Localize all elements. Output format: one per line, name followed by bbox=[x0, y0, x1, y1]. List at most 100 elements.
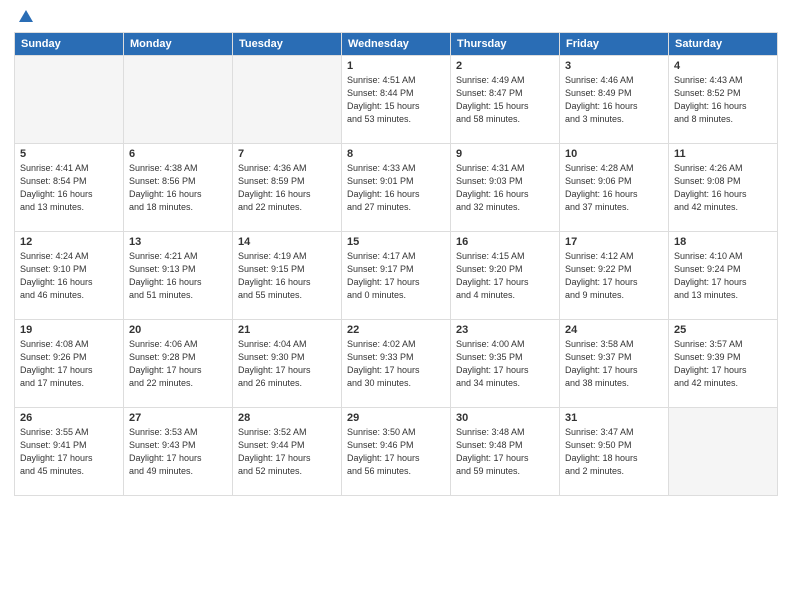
day-info: Sunrise: 4:43 AM Sunset: 8:52 PM Dayligh… bbox=[674, 74, 772, 126]
logo bbox=[14, 10, 35, 24]
day-number: 11 bbox=[674, 148, 772, 160]
calendar-cell: 5Sunrise: 4:41 AM Sunset: 8:54 PM Daylig… bbox=[15, 144, 124, 232]
day-number: 19 bbox=[20, 324, 118, 336]
calendar-cell: 20 Sunrise: 4:06 AM Sunset: 9:28 PM Dayli… bbox=[124, 320, 233, 408]
day-info: Sunrise: 3:48 AM Sunset: 9:48 PM Dayligh… bbox=[456, 426, 554, 478]
day-number: 3 bbox=[565, 60, 663, 72]
day-number: 23 bbox=[456, 324, 554, 336]
col-header-wednesday: Wednesday bbox=[342, 33, 451, 56]
calendar-cell: 6 Sunrise: 4:38 AM Sunset: 8:56 PM Daylig… bbox=[124, 144, 233, 232]
day-number: 21 bbox=[238, 324, 336, 336]
calendar-cell: 26Sunrise: 3:55 AM Sunset: 9:41 PM Dayli… bbox=[15, 408, 124, 496]
calendar-cell: 16 Sunrise: 4:15 AM Sunset: 9:20 PM Dayli… bbox=[451, 232, 560, 320]
calendar-cell bbox=[15, 56, 124, 144]
day-info: Sunrise: 3:50 AM Sunset: 9:46 PM Dayligh… bbox=[347, 426, 445, 478]
day-number: 18 bbox=[674, 236, 772, 248]
col-header-sunday: Sunday bbox=[15, 33, 124, 56]
calendar-cell: 2 Sunrise: 4:49 AM Sunset: 8:47 PM Daylig… bbox=[451, 56, 560, 144]
day-number: 20 bbox=[129, 324, 227, 336]
calendar-cell: 23 Sunrise: 4:00 AM Sunset: 9:35 PM Dayli… bbox=[451, 320, 560, 408]
day-number: 17 bbox=[565, 236, 663, 248]
calendar-cell: 13 Sunrise: 4:21 AM Sunset: 9:13 PM Dayli… bbox=[124, 232, 233, 320]
calendar-cell: 11 Sunrise: 4:26 AM Sunset: 9:08 PM Dayli… bbox=[669, 144, 778, 232]
calendar-cell: 9 Sunrise: 4:31 AM Sunset: 9:03 PM Daylig… bbox=[451, 144, 560, 232]
day-number: 10 bbox=[565, 148, 663, 160]
day-number: 7 bbox=[238, 148, 336, 160]
day-number: 13 bbox=[129, 236, 227, 248]
day-number: 27 bbox=[129, 412, 227, 424]
day-info: Sunrise: 4:51 AM Sunset: 8:44 PM Dayligh… bbox=[347, 74, 445, 126]
header bbox=[14, 10, 778, 24]
day-number: 12 bbox=[20, 236, 118, 248]
calendar-cell: 28Sunrise: 3:52 AM Sunset: 9:44 PM Dayli… bbox=[233, 408, 342, 496]
calendar-cell: 7 Sunrise: 4:36 AM Sunset: 8:59 PM Daylig… bbox=[233, 144, 342, 232]
week-row-1: 1Sunrise: 4:51 AM Sunset: 8:44 PM Daylig… bbox=[15, 56, 778, 144]
day-info: Sunrise: 4:00 AM Sunset: 9:35 PM Dayligh… bbox=[456, 338, 554, 390]
day-number: 8 bbox=[347, 148, 445, 160]
calendar-cell: 4Sunrise: 4:43 AM Sunset: 8:52 PM Daylig… bbox=[669, 56, 778, 144]
day-number: 29 bbox=[347, 412, 445, 424]
day-info: Sunrise: 4:02 AM Sunset: 9:33 PM Dayligh… bbox=[347, 338, 445, 390]
page: SundayMondayTuesdayWednesdayThursdayFrid… bbox=[0, 0, 792, 612]
col-header-monday: Monday bbox=[124, 33, 233, 56]
day-number: 26 bbox=[20, 412, 118, 424]
day-info: Sunrise: 4:49 AM Sunset: 8:47 PM Dayligh… bbox=[456, 74, 554, 126]
day-info: Sunrise: 4:06 AM Sunset: 9:28 PM Dayligh… bbox=[129, 338, 227, 390]
day-number: 6 bbox=[129, 148, 227, 160]
day-info: Sunrise: 4:36 AM Sunset: 8:59 PM Dayligh… bbox=[238, 162, 336, 214]
day-info: Sunrise: 4:41 AM Sunset: 8:54 PM Dayligh… bbox=[20, 162, 118, 214]
day-info: Sunrise: 4:28 AM Sunset: 9:06 PM Dayligh… bbox=[565, 162, 663, 214]
calendar-cell bbox=[669, 408, 778, 496]
calendar-cell: 25 Sunrise: 3:57 AM Sunset: 9:39 PM Dayli… bbox=[669, 320, 778, 408]
day-number: 9 bbox=[456, 148, 554, 160]
calendar-cell: 18 Sunrise: 4:10 AM Sunset: 9:24 PM Dayli… bbox=[669, 232, 778, 320]
day-number: 15 bbox=[347, 236, 445, 248]
col-header-friday: Friday bbox=[560, 33, 669, 56]
day-info: Sunrise: 3:47 AM Sunset: 9:50 PM Dayligh… bbox=[565, 426, 663, 478]
day-number: 31 bbox=[565, 412, 663, 424]
day-number: 30 bbox=[456, 412, 554, 424]
day-number: 25 bbox=[674, 324, 772, 336]
day-info: Sunrise: 4:46 AM Sunset: 8:49 PM Dayligh… bbox=[565, 74, 663, 126]
week-row-4: 19 Sunrise: 4:08 AM Sunset: 9:26 PM Dayli… bbox=[15, 320, 778, 408]
day-info: Sunrise: 4:26 AM Sunset: 9:08 PM Dayligh… bbox=[674, 162, 772, 214]
week-row-5: 26Sunrise: 3:55 AM Sunset: 9:41 PM Dayli… bbox=[15, 408, 778, 496]
col-header-thursday: Thursday bbox=[451, 33, 560, 56]
calendar-cell: 10 Sunrise: 4:28 AM Sunset: 9:06 PM Dayli… bbox=[560, 144, 669, 232]
calendar-cell: 3 Sunrise: 4:46 AM Sunset: 8:49 PM Daylig… bbox=[560, 56, 669, 144]
day-number: 2 bbox=[456, 60, 554, 72]
col-header-saturday: Saturday bbox=[669, 33, 778, 56]
day-info: Sunrise: 4:31 AM Sunset: 9:03 PM Dayligh… bbox=[456, 162, 554, 214]
calendar-cell: 8Sunrise: 4:33 AM Sunset: 9:01 PM Daylig… bbox=[342, 144, 451, 232]
week-row-3: 12Sunrise: 4:24 AM Sunset: 9:10 PM Dayli… bbox=[15, 232, 778, 320]
day-info: Sunrise: 4:08 AM Sunset: 9:26 PM Dayligh… bbox=[20, 338, 118, 390]
day-info: Sunrise: 3:57 AM Sunset: 9:39 PM Dayligh… bbox=[674, 338, 772, 390]
day-number: 22 bbox=[347, 324, 445, 336]
day-info: Sunrise: 4:04 AM Sunset: 9:30 PM Dayligh… bbox=[238, 338, 336, 390]
day-number: 14 bbox=[238, 236, 336, 248]
day-info: Sunrise: 4:38 AM Sunset: 8:56 PM Dayligh… bbox=[129, 162, 227, 214]
calendar-cell: 29 Sunrise: 3:50 AM Sunset: 9:46 PM Dayli… bbox=[342, 408, 451, 496]
day-info: Sunrise: 4:21 AM Sunset: 9:13 PM Dayligh… bbox=[129, 250, 227, 302]
day-info: Sunrise: 4:15 AM Sunset: 9:20 PM Dayligh… bbox=[456, 250, 554, 302]
logo-icon bbox=[17, 8, 35, 26]
calendar-cell: 22 Sunrise: 4:02 AM Sunset: 9:33 PM Dayli… bbox=[342, 320, 451, 408]
day-info: Sunrise: 4:10 AM Sunset: 9:24 PM Dayligh… bbox=[674, 250, 772, 302]
calendar-cell: 31 Sunrise: 3:47 AM Sunset: 9:50 PM Dayli… bbox=[560, 408, 669, 496]
calendar-cell: 15 Sunrise: 4:17 AM Sunset: 9:17 PM Dayli… bbox=[342, 232, 451, 320]
week-row-2: 5Sunrise: 4:41 AM Sunset: 8:54 PM Daylig… bbox=[15, 144, 778, 232]
day-number: 24 bbox=[565, 324, 663, 336]
calendar-cell bbox=[124, 56, 233, 144]
day-info: Sunrise: 3:52 AM Sunset: 9:44 PM Dayligh… bbox=[238, 426, 336, 478]
calendar-cell: 24 Sunrise: 3:58 AM Sunset: 9:37 PM Dayli… bbox=[560, 320, 669, 408]
day-info: Sunrise: 4:19 AM Sunset: 9:15 PM Dayligh… bbox=[238, 250, 336, 302]
day-info: Sunrise: 4:12 AM Sunset: 9:22 PM Dayligh… bbox=[565, 250, 663, 302]
day-info: Sunrise: 3:58 AM Sunset: 9:37 PM Dayligh… bbox=[565, 338, 663, 390]
day-info: Sunrise: 4:17 AM Sunset: 9:17 PM Dayligh… bbox=[347, 250, 445, 302]
calendar-cell: 21 Sunrise: 4:04 AM Sunset: 9:30 PM Dayli… bbox=[233, 320, 342, 408]
col-header-tuesday: Tuesday bbox=[233, 33, 342, 56]
calendar-cell: 30 Sunrise: 3:48 AM Sunset: 9:48 PM Dayli… bbox=[451, 408, 560, 496]
day-number: 16 bbox=[456, 236, 554, 248]
calendar-cell: 12Sunrise: 4:24 AM Sunset: 9:10 PM Dayli… bbox=[15, 232, 124, 320]
calendar-cell: 27Sunrise: 3:53 AM Sunset: 9:43 PM Dayli… bbox=[124, 408, 233, 496]
